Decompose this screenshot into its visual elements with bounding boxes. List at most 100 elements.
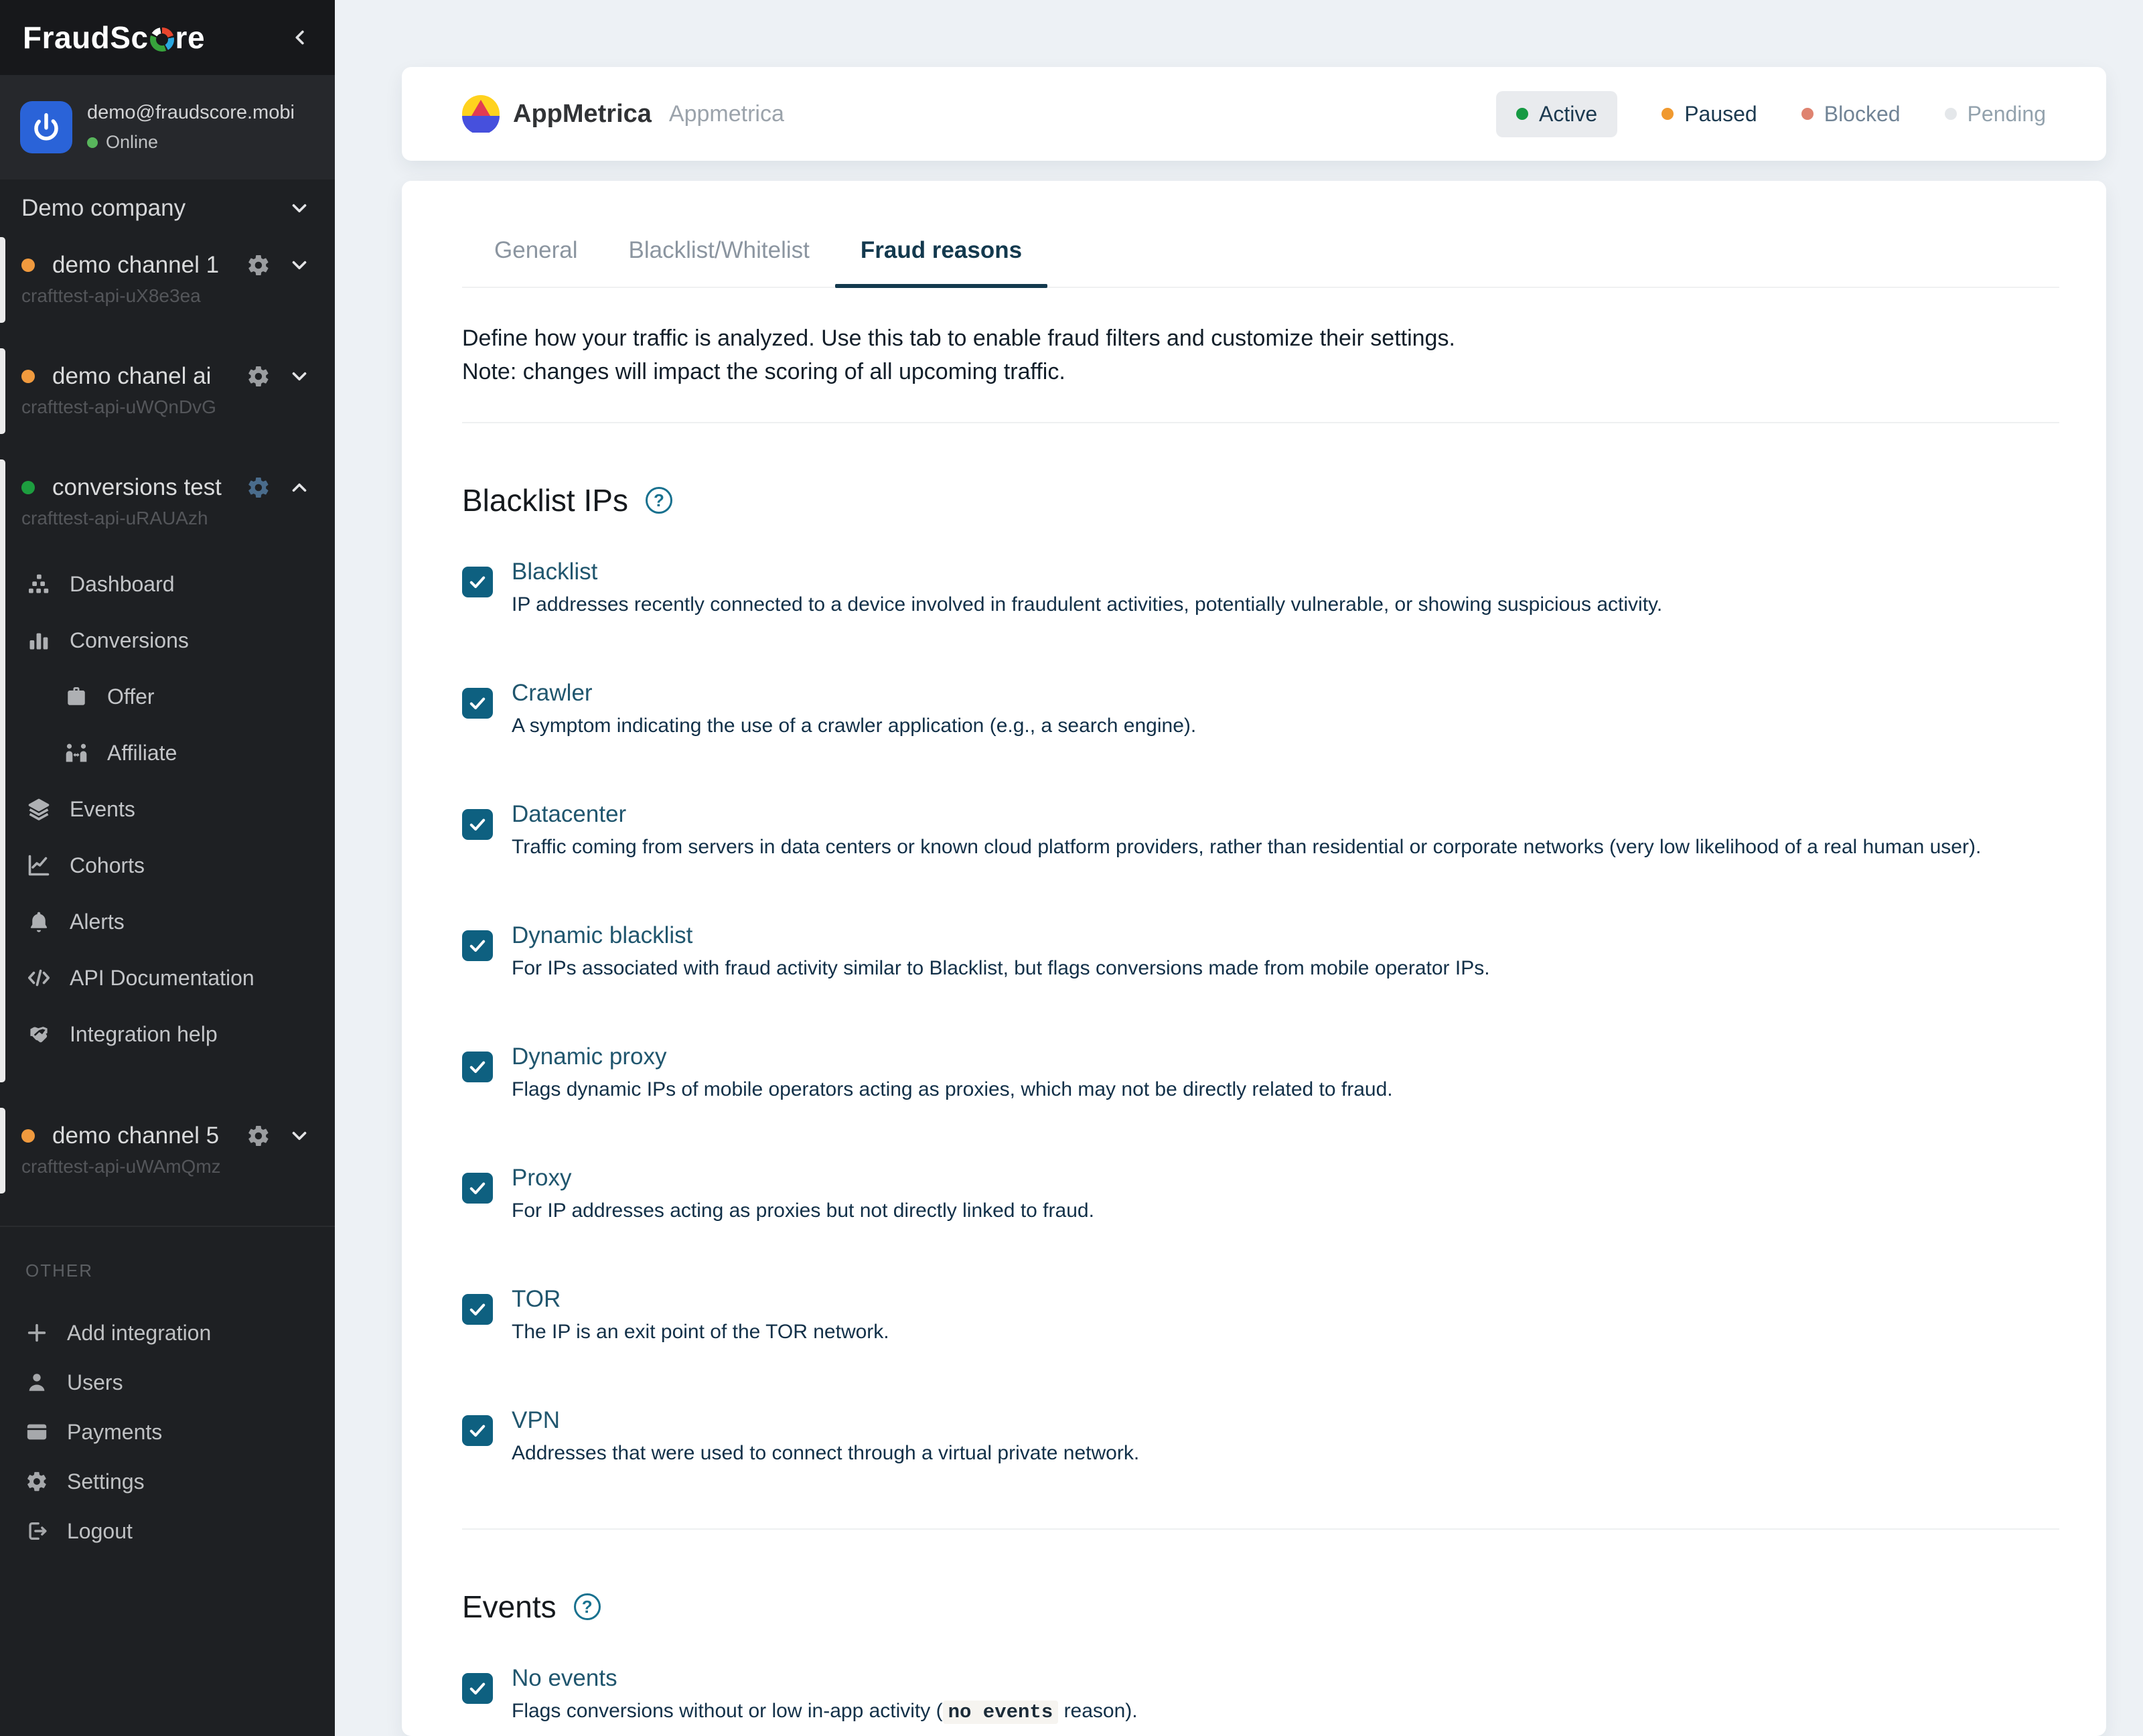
channel-block: demo channel 5 crafttest-api-uWAmQmz bbox=[0, 1108, 335, 1194]
checkbox-proxy[interactable] bbox=[462, 1173, 493, 1204]
sidebar-collapse-button[interactable] bbox=[289, 26, 312, 49]
fraud-filter-row: Dynamic proxy Flags dynamic IPs of mobil… bbox=[462, 1043, 2059, 1101]
chevron-down-icon[interactable] bbox=[288, 254, 311, 277]
checkbox-crawler[interactable] bbox=[462, 688, 493, 719]
tab-description: Define how your traffic is analyzed. Use… bbox=[462, 321, 2059, 388]
description-line-1: Define how your traffic is analyzed. Use… bbox=[462, 321, 2059, 355]
other-section-label: OTHER bbox=[25, 1260, 335, 1281]
filter-name: VPN bbox=[512, 1407, 1139, 1434]
channel-status-dot-icon bbox=[21, 259, 35, 272]
description-text: reason). bbox=[1058, 1700, 1137, 1722]
avatar bbox=[20, 101, 72, 153]
credit-card-icon bbox=[25, 1421, 48, 1443]
channel-name: demo chanel ai bbox=[52, 363, 211, 390]
user-block: demo@fraudscore.mobi Online bbox=[0, 75, 335, 179]
section-title-events: Events bbox=[462, 1589, 557, 1625]
sidebar-item-settings[interactable]: Settings bbox=[0, 1457, 335, 1506]
chevron-up-icon[interactable] bbox=[288, 476, 311, 499]
channel-status-dot-icon bbox=[21, 481, 35, 494]
checkbox-dynamic-proxy[interactable] bbox=[462, 1052, 493, 1082]
sidebar-channel-demo-channel-1[interactable]: demo channel 1 crafttest-api-uX8e3ea bbox=[0, 237, 335, 323]
status-option-active[interactable]: Active bbox=[1496, 91, 1617, 137]
question-circle-icon[interactable]: ? bbox=[646, 487, 672, 514]
checkbox-dynamic-blacklist[interactable] bbox=[462, 930, 493, 961]
channel-status-dot-icon bbox=[21, 1129, 35, 1143]
sidebar-item-label: Dashboard bbox=[70, 572, 175, 597]
filter-description: Flags dynamic IPs of mobile operators ac… bbox=[512, 1078, 1393, 1101]
fraud-filter-row: Dynamic blacklist For IPs associated wit… bbox=[462, 922, 2059, 980]
sidebar-item-label: Affiliate bbox=[107, 741, 177, 766]
handshake-icon bbox=[27, 1022, 51, 1046]
online-dot-icon bbox=[87, 137, 98, 148]
sidebar-item-affiliate[interactable]: Affiliate bbox=[0, 725, 335, 781]
sidebar-channel-demo-chanel-ai[interactable]: demo chanel ai crafttest-api-uWQnDvG bbox=[0, 348, 335, 434]
sidebar-channel-demo-channel-5[interactable]: demo channel 5 crafttest-api-uWAmQmz bbox=[0, 1108, 335, 1194]
plus-icon bbox=[25, 1321, 48, 1344]
filter-name: TOR bbox=[512, 1286, 889, 1313]
sidebar-item-offer[interactable]: Offer bbox=[0, 668, 335, 725]
checkbox-no-events[interactable] bbox=[462, 1673, 493, 1704]
checkbox-datacenter[interactable] bbox=[462, 809, 493, 840]
filter-description: Flags conversions without or low in-app … bbox=[512, 1700, 1138, 1723]
sidebar-item-alerts[interactable]: Alerts bbox=[0, 893, 335, 950]
channel-name: conversions test bbox=[52, 474, 222, 501]
other-section: OTHER Add integration Users Payments Set… bbox=[0, 1226, 335, 1556]
sidebar-item-logout[interactable]: Logout bbox=[0, 1506, 335, 1556]
sidebar-item-dashboard[interactable]: Dashboard bbox=[0, 556, 335, 612]
checkbox-blacklist[interactable] bbox=[462, 567, 493, 597]
integration-header: AppMetrica Appmetrica Active Paused Bloc… bbox=[402, 67, 2106, 161]
status-option-paused[interactable]: Paused bbox=[1661, 102, 1757, 127]
tab-fraud-reasons[interactable]: Fraud reasons bbox=[835, 237, 1047, 287]
question-circle-icon[interactable]: ? bbox=[574, 1593, 601, 1620]
channel-api-key: crafttest-api-uWAmQmz bbox=[21, 1156, 311, 1177]
layers-icon bbox=[27, 797, 51, 821]
filter-name: Blacklist bbox=[512, 559, 1662, 585]
status-option-pending[interactable]: Pending bbox=[1945, 102, 2046, 127]
sidebar-item-events[interactable]: Events bbox=[0, 781, 335, 837]
sidebar-item-users[interactable]: Users bbox=[0, 1358, 335, 1407]
sidebar-item-label: Integration help bbox=[70, 1022, 218, 1047]
chevron-down-icon[interactable] bbox=[288, 1125, 311, 1147]
checkbox-tor[interactable] bbox=[462, 1294, 493, 1325]
integration-subtitle: Appmetrica bbox=[669, 101, 784, 127]
sidebar-item-conversions[interactable]: Conversions bbox=[0, 612, 335, 668]
fraud-filter-row: Proxy For IP addresses acting as proxies… bbox=[462, 1165, 2059, 1222]
channel-gear-icon[interactable] bbox=[246, 476, 271, 500]
sidebar-item-api-documentation[interactable]: API Documentation bbox=[0, 950, 335, 1006]
status-dot-icon bbox=[1801, 108, 1814, 120]
channel-submenu: Dashboard Conversions Offer Affiliate Ev… bbox=[0, 545, 335, 1082]
channel-api-key: crafttest-api-uRAUAzh bbox=[21, 508, 311, 529]
line-chart-icon bbox=[27, 853, 51, 877]
channel-gear-icon[interactable] bbox=[246, 364, 271, 388]
sidebar-item-label: Cohorts bbox=[70, 853, 145, 878]
channel-gear-icon[interactable] bbox=[246, 253, 271, 277]
channel-gear-icon[interactable] bbox=[246, 1124, 271, 1148]
chevron-down-icon[interactable] bbox=[288, 197, 311, 220]
filter-name: Dynamic blacklist bbox=[512, 922, 1490, 949]
filter-description: For IP addresses acting as proxies but n… bbox=[512, 1200, 1094, 1222]
briefcase-icon bbox=[64, 684, 88, 709]
channel-status-dot-icon bbox=[21, 370, 35, 383]
tab-blacklist-whitelist[interactable]: Blacklist/Whitelist bbox=[603, 237, 835, 287]
tab-general[interactable]: General bbox=[469, 237, 603, 287]
filter-description: For IPs associated with fraud activity s… bbox=[512, 957, 1490, 980]
description-text: Flags conversions without or low in-app … bbox=[512, 1700, 943, 1722]
company-selector[interactable]: Demo company bbox=[0, 179, 335, 237]
checkbox-vpn[interactable] bbox=[462, 1415, 493, 1446]
sidebar-channel-conversions-test[interactable]: conversions test crafttest-api-uRAUAzh bbox=[0, 459, 335, 545]
filter-description: IP addresses recently connected to a dev… bbox=[512, 593, 1662, 616]
filter-description: Traffic coming from servers in data cent… bbox=[512, 836, 1981, 859]
user-icon bbox=[25, 1371, 48, 1394]
channel-block: demo chanel ai crafttest-api-uWQnDvG bbox=[0, 348, 335, 434]
bar-chart-icon bbox=[27, 628, 51, 652]
sidebar-item-add-integration[interactable]: Add integration bbox=[0, 1308, 335, 1358]
status-dot-icon bbox=[1516, 108, 1528, 120]
filter-name: Dynamic proxy bbox=[512, 1043, 1393, 1070]
sidebar-item-payments[interactable]: Payments bbox=[0, 1407, 335, 1457]
chevron-down-icon[interactable] bbox=[288, 365, 311, 388]
sidebar-item-cohorts[interactable]: Cohorts bbox=[0, 837, 335, 893]
sidebar-item-integration-help[interactable]: Integration help bbox=[0, 1006, 335, 1062]
status-dot-icon bbox=[1661, 108, 1674, 120]
status-option-blocked[interactable]: Blocked bbox=[1801, 102, 1901, 127]
status-label: Blocked bbox=[1824, 102, 1901, 127]
